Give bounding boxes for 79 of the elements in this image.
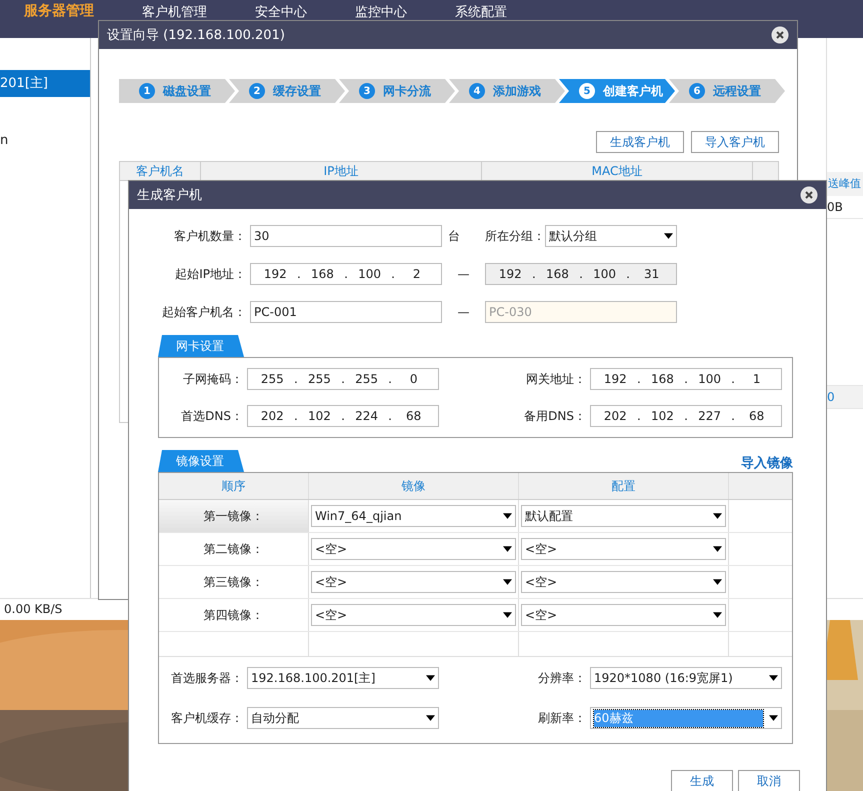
dropdown[interactable]: <空> <box>311 604 516 626</box>
table-cell: 0 <box>827 386 863 409</box>
caret-icon <box>664 233 673 239</box>
dropdown[interactable]: 192.168.100.201[主] <box>247 667 439 689</box>
dropdown[interactable]: <空> <box>311 571 516 593</box>
window-title: 生成客户机 <box>137 187 202 204</box>
field-label: 客户机缓存： <box>170 710 243 726</box>
speed-text: 0.00 KB/S <box>4 602 62 616</box>
nav-tab[interactable]: 服务器管理 <box>24 0 94 20</box>
caret-icon <box>713 513 722 519</box>
close-icon[interactable] <box>771 26 789 44</box>
action-button[interactable]: 取消 <box>738 770 800 791</box>
range-dash: — <box>456 267 470 281</box>
nav-tab[interactable]: 监控中心 <box>355 0 407 21</box>
wizard-step[interactable]: 2 缓存设置 <box>229 79 345 103</box>
sidebar-item[interactable]: n <box>0 127 90 154</box>
caret-icon <box>426 715 435 721</box>
ip-field[interactable]: 192 . 168 . 100 . 1 <box>590 368 782 390</box>
caret-icon <box>503 612 512 618</box>
field-label: 首选DNS： <box>180 408 243 424</box>
dropdown[interactable]: 默认分组 <box>545 225 677 247</box>
ip-field[interactable]: 202 . 102 . 224 . 68 <box>247 405 439 427</box>
field-label: 起始IP地址： <box>174 266 246 282</box>
nav-tab[interactable]: 客户机管理 <box>142 0 207 21</box>
field-label: 子网掩码： <box>182 370 243 388</box>
input-field[interactable]: 30 <box>250 225 442 247</box>
caret-icon <box>713 546 722 552</box>
range-dash: — <box>456 305 470 319</box>
sidebar-item[interactable]: 201[主] <box>0 70 90 97</box>
column-header: 顺序 <box>159 473 309 499</box>
field-label: 分辨率： <box>537 670 586 686</box>
action-button[interactable]: 导入客户机 <box>691 131 779 153</box>
column-header: 镜像 <box>309 473 519 499</box>
field-label: 备用DNS： <box>523 408 586 424</box>
caret-icon <box>503 579 512 585</box>
window-title: 设置向导 (192.168.100.201) <box>107 27 285 44</box>
action-button[interactable]: 生成 <box>671 770 733 791</box>
row-label[interactable]: 第三镜像： <box>159 566 309 598</box>
field-label: 网关地址： <box>525 370 586 388</box>
nav-tab[interactable]: 系统配置 <box>455 0 507 21</box>
unit-label: 台 <box>447 228 461 244</box>
row-label[interactable]: 第二镜像： <box>159 533 309 565</box>
dropdown[interactable]: 1920*1080 (16:9宽屏1) <box>590 667 782 689</box>
dropdown[interactable]: Win7_64_qjian <box>311 505 516 527</box>
ip-field[interactable]: 255 . 255 . 255 . 0 <box>247 368 439 390</box>
wizard-step[interactable]: 4 添加游戏 <box>449 79 565 103</box>
dropdown[interactable]: <空> <box>521 604 726 626</box>
field-label: 所在分组： <box>485 228 545 244</box>
caret-icon <box>769 715 778 721</box>
nav-tab[interactable]: 安全中心 <box>255 0 307 21</box>
caret-icon <box>503 546 512 552</box>
dropdown[interactable]: <空> <box>311 538 516 560</box>
wizard-step[interactable]: 6 远程设置 <box>669 79 785 103</box>
field-label: 客户机数量： <box>173 228 246 244</box>
import-image-link[interactable]: 导入镜像 <box>741 454 793 472</box>
ip-field[interactable]: 192 . 168 . 100 . 2 <box>250 263 442 285</box>
wizard-step[interactable]: 1 磁盘设置 <box>119 79 235 103</box>
field-label: 刷新率： <box>537 710 586 726</box>
input-field[interactable]: PC-001 <box>250 301 442 323</box>
caret-icon <box>713 579 722 585</box>
caret-icon <box>426 675 435 681</box>
column-header: 送峰值 <box>827 172 863 196</box>
dropdown[interactable]: <空> <box>521 538 726 560</box>
action-button[interactable]: 生成客户机 <box>596 131 684 153</box>
caret-icon <box>769 675 778 681</box>
field-label: 首选服务器： <box>170 670 243 686</box>
wizard-step[interactable]: 3 网卡分流 <box>339 79 455 103</box>
field-label: 起始客户机名： <box>161 304 246 320</box>
dropdown[interactable]: <空> <box>521 571 726 593</box>
dropdown[interactable]: 自动分配 <box>247 707 439 729</box>
row-label[interactable]: 第一镜像： <box>159 500 309 532</box>
ip-field[interactable]: 202 . 102 . 227 . 68 <box>590 405 782 427</box>
close-icon[interactable] <box>800 186 818 204</box>
column-header: 配置 <box>519 473 729 499</box>
dropdown[interactable]: 默认配置 <box>521 505 726 527</box>
row-label[interactable]: 第四镜像： <box>159 599 309 631</box>
caret-icon <box>503 513 512 519</box>
wizard-step[interactable]: 5 创建客户机 <box>559 79 675 103</box>
caret-icon <box>713 612 722 618</box>
